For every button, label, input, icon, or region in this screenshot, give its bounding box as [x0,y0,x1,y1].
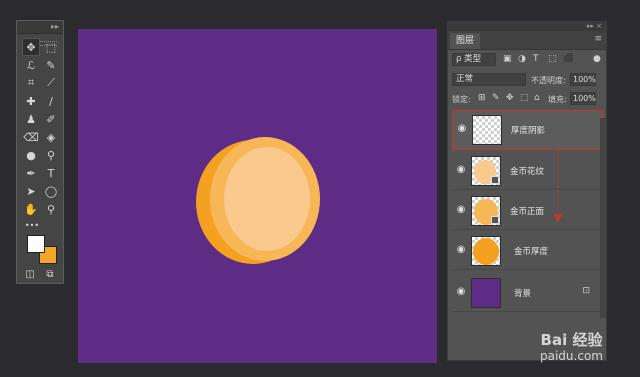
marquee-tool-icon[interactable]: ⬚ [42,38,60,56]
panel-menu-icon[interactable]: ≡ [594,34,602,44]
layers-tabbar: 图层 ≡ [448,31,606,50]
layer-lock-icon: ⊡ [582,286,590,296]
filter-toggle-icon[interactable]: ● [593,54,601,64]
lock-image-icon[interactable]: ✎ [492,93,500,103]
more-tools-icon[interactable]: ••• [23,216,41,234]
blend-mode-select[interactable]: 正常 [452,73,526,86]
foreground-color-swatch[interactable] [27,235,45,253]
layer-name[interactable]: 金币正面 [510,205,544,217]
layers-panel-topbar[interactable]: ▸▸ × [448,22,606,31]
dodge-tool-icon[interactable]: ⚲ [42,146,60,164]
lock-all-icon[interactable]: ⌂ [534,93,540,103]
lasso-tool-icon[interactable]: ℒ [22,56,40,74]
lock-artboard-icon[interactable]: ⬚ [520,93,529,103]
screen-mode-icon[interactable]: ⧉ [41,265,59,283]
eraser-tool-icon[interactable]: ⌫ [22,128,40,146]
fill-value[interactable]: 100% [570,92,596,105]
filter-type-icon[interactable]: T [533,54,539,64]
layer-row[interactable]: ◉ 金币正面 [452,192,604,230]
crop-tool-icon[interactable]: ⌗ [22,74,40,92]
visibility-eye-icon[interactable]: ◉ [455,123,469,134]
brush-tool-icon[interactable]: ∕ [42,92,60,110]
visibility-eye-icon[interactable]: ◉ [454,286,468,297]
layer-thumbnail [471,236,501,266]
eyedropper-icon[interactable]: ⟋ [42,74,60,92]
path-select-icon[interactable]: ➤ [22,182,40,200]
pen-tool-icon[interactable]: ✒ [22,164,40,182]
layer-name[interactable]: 厚度阴影 [511,124,545,136]
layer-row[interactable]: ◉ 金币厚度 [452,232,604,270]
layer-thumbnail [472,115,502,145]
filter-row: ρ 类型 ▣ ◑ T ⬚ ⬛ ● [448,51,606,69]
stamp-tool-icon[interactable]: ♟ [22,110,40,128]
layer-name[interactable]: 金币厚度 [514,245,548,257]
history-brush-icon[interactable]: ✐ [42,110,60,128]
type-tool-icon[interactable]: T [42,164,60,182]
lock-label: 锁定: [452,95,471,104]
layer-row[interactable]: ◉ 金币花纹 [452,152,604,190]
fill-label: 填充: [548,95,567,104]
magic-wand-icon[interactable]: ✎ [42,56,60,74]
filter-pixel-icon[interactable]: ▣ [503,54,512,64]
blend-row: 正常 不透明度: 100% [448,71,606,89]
move-tool-icon[interactable]: ✥ [22,38,40,56]
layer-thumbnail [471,278,501,308]
filter-kind-select[interactable]: ρ 类型 [452,53,496,66]
tools-panel: ▸▸ ✥ ⬚ ℒ ✎ ⌗ ⟋ ✚ ∕ ♟ ✐ ⌫ ◈ ● ⚲ ✒ T ➤ ◯ ✋ ⚲ ••• ◫ ⧉ [16,20,64,284]
filter-smart-icon[interactable]: ⬛ [563,54,574,64]
blur-tool-icon[interactable]: ● [22,146,40,164]
visibility-eye-icon[interactable]: ◉ [454,164,468,175]
visibility-eye-icon[interactable]: ◉ [454,204,468,215]
layers-scrollbar[interactable] [600,118,606,318]
tab-layers[interactable]: 图层 [450,33,481,49]
annotation-arrow [553,150,563,222]
filter-adjustment-icon[interactable]: ◑ [518,54,526,64]
coin-artwork [196,137,320,264]
lock-position-icon[interactable]: ✥ [506,93,514,103]
tools-panel-header[interactable]: ▸▸ [17,21,63,34]
lock-transparent-icon[interactable]: ⊞ [478,93,486,103]
clipping-mask-icon [491,176,499,184]
opacity-value[interactable]: 100% [570,73,596,86]
lock-row: 锁定: ⊞ ✎ ✥ ⬚ ⌂ 填充: 100% [448,90,606,108]
document-canvas[interactable] [78,29,437,363]
layer-row-selected[interactable]: ◉ 厚度阴影 [452,110,604,150]
layer-row[interactable]: ◉ 背景 ⊡ [452,274,604,312]
ellipse-tool-icon[interactable]: ◯ [42,182,60,200]
clipping-mask-icon [491,216,499,224]
coin-inner [224,147,310,251]
paint-bucket-icon[interactable]: ◈ [42,128,60,146]
healing-brush-icon[interactable]: ✚ [22,92,40,110]
zoom-tool-icon[interactable]: ⚲ [42,200,60,218]
layer-name[interactable]: 金币花纹 [510,165,544,177]
filter-shape-icon[interactable]: ⬚ [548,54,557,64]
visibility-eye-icon[interactable]: ◉ [454,244,468,255]
opacity-label: 不透明度: [531,76,566,85]
watermark-logo: Bai 经验 paidu.com [540,331,603,363]
collapse-icon[interactable]: ▸▸ [51,22,59,31]
layers-panel: ▸▸ × 图层 ≡ ρ 类型 ▣ ◑ T ⬚ ⬛ ● 正常 不透明度: 100%… [447,21,607,361]
layer-name[interactable]: 背景 [514,287,531,299]
quick-mask-icon[interactable]: ◫ [21,265,39,283]
